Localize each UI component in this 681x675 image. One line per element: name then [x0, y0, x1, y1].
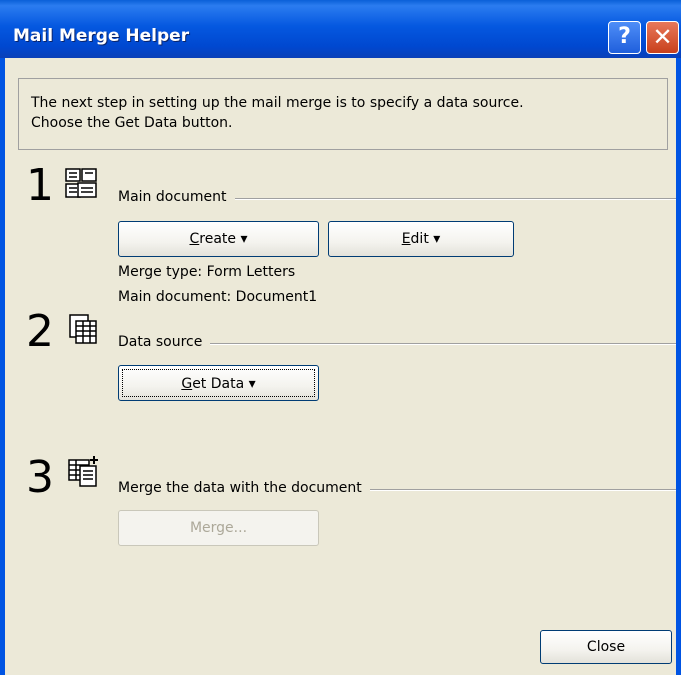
get-data-mnemonic: G — [181, 376, 193, 392]
create-mnemonic: C — [189, 231, 200, 247]
title-bar[interactable]: Mail Merge Helper ? ✕ — [0, 0, 681, 58]
close-icon: ✕ — [652, 23, 673, 51]
instruction-panel: The next step in setting up the mail mer… — [18, 78, 668, 150]
edit-label: dit — [410, 231, 429, 247]
window-close-button[interactable]: ✕ — [646, 21, 679, 54]
help-icon: ? — [618, 24, 631, 49]
edit-mnemonic: E — [401, 231, 411, 247]
create-label: reate — [199, 231, 237, 247]
merge-icon — [68, 456, 98, 487]
merge-type-text: Merge type: Form Letters — [118, 264, 296, 280]
merge-label: Merge... — [189, 520, 248, 536]
close-label: Close — [586, 639, 626, 655]
get-data-button[interactable]: Get Data ▾ — [118, 365, 319, 401]
step-1-number: 1 — [26, 160, 54, 211]
edit-button[interactable]: Edit ▾ — [328, 221, 514, 257]
instruction-line-2: Choose the Get Data button. — [31, 115, 233, 131]
window-title: Mail Merge Helper — [13, 26, 190, 46]
mail-merge-helper-window: Mail Merge Helper ? ✕ The next step in s… — [0, 0, 681, 675]
merge-button[interactable]: Merge... — [118, 510, 319, 546]
step-2-label: Data source — [118, 334, 211, 350]
data-source-icon — [69, 314, 97, 344]
get-data-label: et Data — [192, 376, 245, 392]
main-document-icon — [65, 168, 97, 198]
window-frame-right — [676, 58, 681, 675]
chevron-down-icon: ▾ — [433, 231, 441, 247]
instruction-line-1: The next step in setting up the mail mer… — [31, 95, 524, 111]
chevron-down-icon: ▾ — [240, 231, 248, 247]
chevron-down-icon: ▾ — [248, 376, 256, 392]
help-button[interactable]: ? — [608, 21, 641, 54]
get-data-focus-rect: Get Data ▾ — [122, 369, 315, 397]
step-3-label: Merge the data with the document — [118, 480, 370, 496]
close-button[interactable]: Close — [540, 630, 672, 664]
step-3-number: 3 — [26, 452, 54, 503]
step-2-number: 2 — [26, 306, 54, 357]
main-document-name-text: Main document: Document1 — [118, 289, 318, 305]
step-1-label: Main document — [118, 189, 235, 205]
window-frame-left — [0, 58, 5, 675]
create-button[interactable]: Create ▾ — [118, 221, 319, 257]
